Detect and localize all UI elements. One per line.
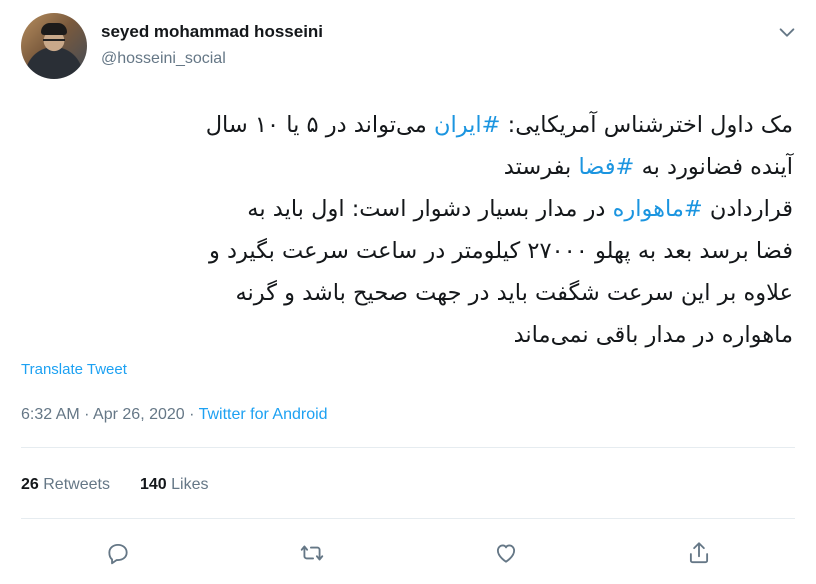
- divider: [21, 518, 795, 519]
- tweet-line: ماهواره در مدار باقی نمی‌ماند: [20, 314, 793, 356]
- tweet-text-segment: علاوه بر این سرعت شگفت باید در جهت صحیح …: [235, 280, 793, 306]
- tweet-text-segment: ماهواره در مدار باقی نمی‌ماند: [513, 322, 793, 348]
- tweet-line: مک داول اخترشناس آمریکایی: #ایران می‌توا…: [20, 104, 793, 146]
- avatar[interactable]: [21, 13, 87, 79]
- avatar-hair: [41, 23, 67, 35]
- hashtag-link[interactable]: #فضا: [578, 154, 634, 180]
- likes-stat[interactable]: 140 Likes: [140, 476, 209, 493]
- divider: [21, 447, 795, 448]
- tweet-stats: 26 Retweets 140 Likes: [21, 476, 208, 494]
- tweet-line: فضا برسد بعد به پهلو ۲۷۰۰۰ کیلومتر در سا…: [20, 230, 793, 272]
- display-name[interactable]: seyed mohammad hosseini: [101, 22, 323, 42]
- tweet-line: قراردادن #ماهواره در مدار بسیار دشوار اس…: [20, 188, 793, 230]
- tweet-line: علاوه بر این سرعت شگفت باید در جهت صحیح …: [20, 272, 793, 314]
- tweet-text-segment: آینده فضانورد به: [634, 154, 793, 180]
- reply-icon[interactable]: [105, 540, 131, 566]
- chevron-down-icon[interactable]: [776, 22, 798, 44]
- translate-tweet-link[interactable]: Translate Tweet: [21, 361, 127, 378]
- tweet-text-segment: بفرستد: [503, 154, 579, 180]
- retweets-stat[interactable]: 26 Retweets: [21, 476, 110, 493]
- meta-separator: ·: [184, 406, 199, 423]
- tweet-meta: 6:32 AM · Apr 26, 2020 · Twitter for And…: [21, 406, 328, 424]
- meta-separator: ·: [79, 406, 94, 423]
- tweet-time[interactable]: 6:32 AM: [21, 406, 80, 423]
- tweet-text-segment: می‌تواند در ۵ یا ۱۰ سال: [205, 112, 434, 138]
- tweet-text-segment: فضا برسد بعد به پهلو ۲۷۰۰۰ کیلومتر در سا…: [208, 238, 793, 264]
- heart-icon[interactable]: [493, 540, 519, 566]
- retweets-count: 26: [21, 476, 39, 493]
- tweet-text-segment: قراردادن: [702, 196, 793, 222]
- hashtag-link[interactable]: #ماهواره: [613, 196, 703, 222]
- retweets-label: Retweets: [43, 476, 110, 493]
- user-handle[interactable]: @hosseini_social: [101, 50, 226, 68]
- likes-count: 140: [139, 476, 167, 493]
- tweet-date[interactable]: Apr 26, 2020: [93, 406, 185, 423]
- share-icon[interactable]: [686, 540, 712, 566]
- likes-label: Likes: [171, 476, 209, 493]
- retweet-icon[interactable]: [299, 540, 325, 566]
- avatar-glasses: [43, 39, 65, 47]
- tweet-text: مک داول اخترشناس آمریکایی: #ایران می‌توا…: [20, 104, 793, 356]
- tweet-text-segment: مک داول اخترشناس آمریکایی:: [500, 112, 793, 138]
- tweet-line: آینده فضانورد به #فضا بفرستد: [20, 146, 793, 188]
- tweet-text-segment: در مدار بسیار دشوار است: اول باید به: [247, 196, 613, 222]
- tweet-source-link[interactable]: Twitter for Android: [199, 406, 328, 423]
- hashtag-link[interactable]: #ایران: [434, 112, 501, 138]
